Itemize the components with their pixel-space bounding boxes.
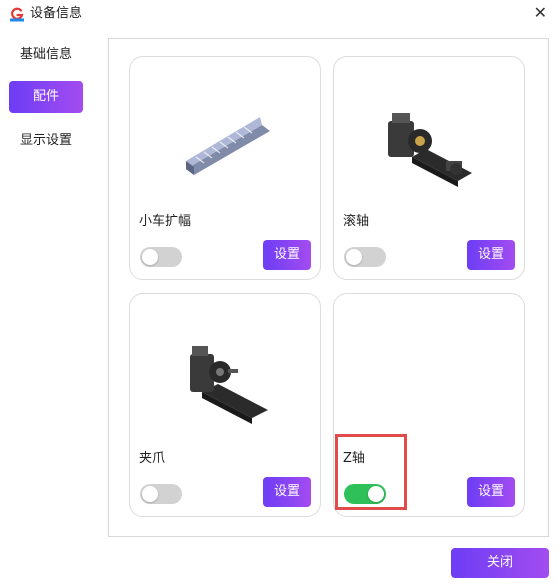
settings-button[interactable]: 设置 <box>263 477 311 507</box>
accessory-toggle[interactable] <box>344 247 386 267</box>
accessories-panel: 小车扩幅 设置 滚轴 设置 夹爪 设置 Z轴 设置 <box>108 38 549 537</box>
accessory-toggle[interactable] <box>140 247 182 267</box>
accessory-card: 夹爪 设置 <box>129 293 321 517</box>
title-bar: 设备信息 ✕ <box>0 0 559 30</box>
settings-button[interactable]: 设置 <box>467 240 515 270</box>
sidebar-item-basic-info[interactable]: 基础信息 <box>9 39 83 71</box>
settings-button[interactable]: 设置 <box>467 477 515 507</box>
close-button[interactable]: 关闭 <box>451 548 549 578</box>
toggle-knob <box>142 249 158 265</box>
toggle-knob <box>142 486 158 502</box>
accessory-card: 小车扩幅 设置 <box>129 56 321 280</box>
carriage-extension-image <box>186 117 270 175</box>
accessory-toggle[interactable] <box>344 484 386 504</box>
accessory-name: 夹爪 <box>139 451 166 466</box>
app-logo-icon <box>10 7 24 22</box>
accessory-card: 滚轴 设置 <box>333 56 525 280</box>
accessory-name: 滚轴 <box>343 214 370 229</box>
toggle-knob <box>368 486 384 502</box>
window-title: 设备信息 <box>30 6 83 21</box>
roller-rotary-image <box>388 113 472 187</box>
window-close-icon[interactable]: ✕ <box>534 4 547 22</box>
sidebar-item-accessories[interactable]: 配件 <box>9 81 83 113</box>
sidebar-item-display-settings[interactable]: 显示设置 <box>9 125 83 157</box>
toggle-knob <box>346 249 362 265</box>
chuck-rotary-image <box>190 346 268 424</box>
accessory-card: Z轴 设置 <box>333 293 525 517</box>
accessory-name: Z轴 <box>343 451 365 466</box>
accessory-name: 小车扩幅 <box>139 214 192 229</box>
settings-button[interactable]: 设置 <box>263 240 311 270</box>
accessory-toggle[interactable] <box>140 484 182 504</box>
